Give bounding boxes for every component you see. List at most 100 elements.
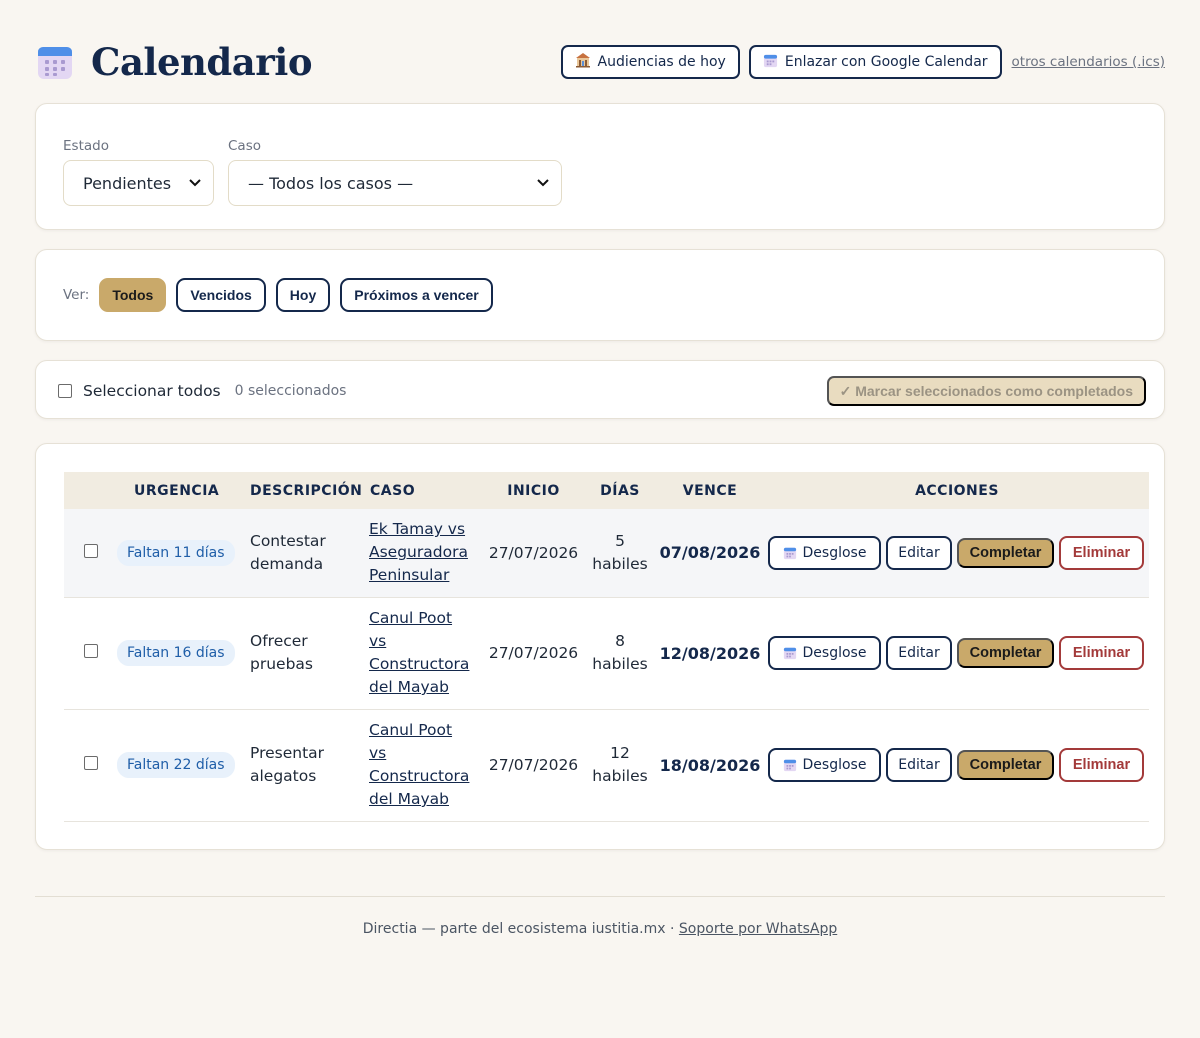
start-date: 27/07/2026	[482, 597, 585, 710]
due-date: 07/08/2026	[655, 509, 765, 598]
delete-button[interactable]: Eliminar	[1059, 535, 1144, 570]
estado-field: Estado Pendientes	[63, 138, 214, 206]
actions-cell: Desglose Editar Completar Eliminar	[765, 509, 1149, 598]
estado-label: Estado	[63, 138, 109, 154]
header-select	[64, 472, 117, 509]
caso-field: Caso — Todos los casos —	[228, 138, 562, 206]
row-actions: Desglose Editar Completar Eliminar	[765, 535, 1149, 570]
bulk-complete-button[interactable]: ✓ Marcar seleccionados como completados	[826, 376, 1146, 406]
whatsapp-support-link[interactable]: Soporte por WhatsApp	[679, 921, 837, 937]
urgency-badge: Faltan 16 días	[117, 640, 235, 666]
header-caso: CASO	[369, 472, 482, 509]
days-cell: 5 habiles	[585, 509, 655, 598]
breakdown-button[interactable]: Desglose	[768, 636, 881, 670]
complete-button[interactable]: Completar	[957, 638, 1054, 668]
deadlines-table: URGENCIA DESCRIPCIÓN CASO INICIO DÍAS VE…	[64, 472, 1149, 822]
calendar-icon	[35, 42, 75, 82]
chip-todos[interactable]: Todos	[99, 278, 167, 312]
description-cell: Presentar alegatos	[250, 709, 369, 822]
edit-button[interactable]: Editar	[886, 535, 952, 570]
view-chip-row: Ver: Todos Vencidos Hoy Próximos a vence…	[63, 278, 493, 312]
due-date: 18/08/2026	[655, 709, 765, 822]
case-cell: Canul Poot vs Constructora del Mayab	[369, 597, 482, 710]
edit-button[interactable]: Editar	[886, 748, 952, 782]
breakdown-button[interactable]: Desglose	[768, 535, 881, 570]
caso-select[interactable]: — Todos los casos —	[228, 160, 562, 206]
case-link-line: del Mayab	[369, 790, 449, 808]
case-link-line: Canul Poot	[369, 721, 453, 739]
breakdown-label: Desglose	[802, 645, 867, 661]
selected-count: 0 seleccionados	[234, 382, 347, 399]
case-link[interactable]: Ek Tamay vs Aseguradora Peninsular	[369, 518, 482, 587]
delete-button[interactable]: Eliminar	[1059, 748, 1144, 782]
table-row: Faltan 11 días Contestar demanda Ek Tama…	[64, 509, 1149, 598]
header-vence: VENCE	[655, 472, 765, 509]
row-checkbox[interactable]	[83, 543, 98, 558]
header-inicio: INICIO	[482, 472, 585, 509]
caso-label: Caso	[228, 138, 261, 154]
urgency-badge: Faltan 11 días	[117, 539, 235, 566]
row-actions: Desglose Editar Completar Eliminar	[765, 636, 1149, 670]
urgency-cell: Faltan 16 días	[117, 597, 250, 710]
calendar-icon	[783, 758, 797, 772]
table-row: Faltan 16 días Ofrecer pruebas Canul Poo…	[64, 597, 1149, 710]
description-cell: Ofrecer pruebas	[250, 597, 369, 710]
deadlines-card: URGENCIA DESCRIPCIÓN CASO INICIO DÍAS VE…	[35, 443, 1165, 850]
days-unit: habiles	[592, 655, 648, 673]
selection-card: Seleccionar todos 0 seleccionados ✓ Marc…	[35, 360, 1165, 419]
select-all-label[interactable]: Seleccionar todos	[83, 382, 221, 400]
description-line: pruebas	[250, 655, 313, 673]
estado-value: Pendientes	[83, 173, 172, 193]
google-calendar-button[interactable]: Enlazar con Google Calendar	[748, 45, 1002, 79]
page-title: Calendario	[91, 40, 313, 84]
estado-select[interactable]: Pendientes	[63, 160, 214, 206]
days-unit: habiles	[592, 554, 648, 573]
row-actions: Desglose Editar Completar Eliminar	[765, 748, 1149, 782]
edit-button[interactable]: Editar	[886, 636, 952, 670]
days-cell: 8 habiles	[585, 597, 655, 710]
calendar-icon	[763, 53, 778, 72]
case-link-line: Peninsular	[369, 566, 450, 585]
view-filter-card: Ver: Todos Vencidos Hoy Próximos a vence…	[35, 249, 1165, 341]
days-count: 12	[610, 744, 630, 762]
header-descripcion: DESCRIPCIÓN	[250, 472, 369, 509]
due-date: 12/08/2026	[655, 597, 765, 710]
delete-button[interactable]: Eliminar	[1059, 636, 1144, 670]
complete-button[interactable]: Completar	[957, 750, 1054, 780]
title-group: Calendario	[35, 40, 313, 84]
description-line: demanda	[250, 554, 324, 573]
row-checkbox[interactable]	[83, 644, 98, 658]
breakdown-label: Desglose	[802, 544, 867, 561]
case-link[interactable]: Canul Poot vs Constructora del Mayab	[369, 607, 482, 699]
case-link-line: vs	[369, 632, 387, 650]
chevron-down-icon	[189, 177, 201, 190]
case-cell: Canul Poot vs Constructora del Mayab	[369, 709, 482, 822]
case-link-line: Canul Poot	[369, 609, 453, 627]
days-count: 5	[615, 531, 625, 550]
footer-text: Directia — parte del ecosistema iustitia…	[362, 921, 679, 937]
header-acciones: ACCIONES	[765, 472, 1149, 509]
view-label: Ver:	[63, 287, 90, 303]
urgency-badge: Faltan 22 días	[117, 752, 235, 778]
chip-proximos[interactable]: Próximos a vencer	[340, 278, 493, 312]
row-checkbox[interactable]	[83, 756, 98, 770]
row-select-cell	[64, 509, 117, 598]
actions-cell: Desglose Editar Completar Eliminar	[765, 597, 1149, 710]
description-line: Contestar	[250, 531, 326, 550]
chip-vencidos[interactable]: Vencidos	[176, 278, 266, 312]
today-hearings-button[interactable]: Audiencias de hoy	[560, 45, 740, 79]
actions-cell: Desglose Editar Completar Eliminar	[765, 709, 1149, 822]
case-link[interactable]: Canul Poot vs Constructora del Mayab	[369, 719, 482, 811]
breakdown-button[interactable]: Desglose	[768, 748, 881, 782]
google-calendar-label: Enlazar con Google Calendar	[784, 54, 988, 70]
case-link-line: Ek Tamay vs	[369, 520, 466, 539]
table-row: Faltan 22 días Presentar alegatos Canul …	[64, 709, 1149, 822]
description-cell: Contestar demanda	[250, 509, 369, 598]
urgency-cell: Faltan 22 días	[117, 709, 250, 822]
complete-button[interactable]: Completar	[957, 537, 1054, 568]
today-hearings-label: Audiencias de hoy	[597, 54, 726, 70]
chip-hoy[interactable]: Hoy	[275, 278, 331, 312]
select-all-checkbox[interactable]	[58, 383, 72, 398]
other-calendars-link[interactable]: otros calendarios (.ics)	[1012, 54, 1165, 70]
row-select-cell	[64, 597, 117, 710]
